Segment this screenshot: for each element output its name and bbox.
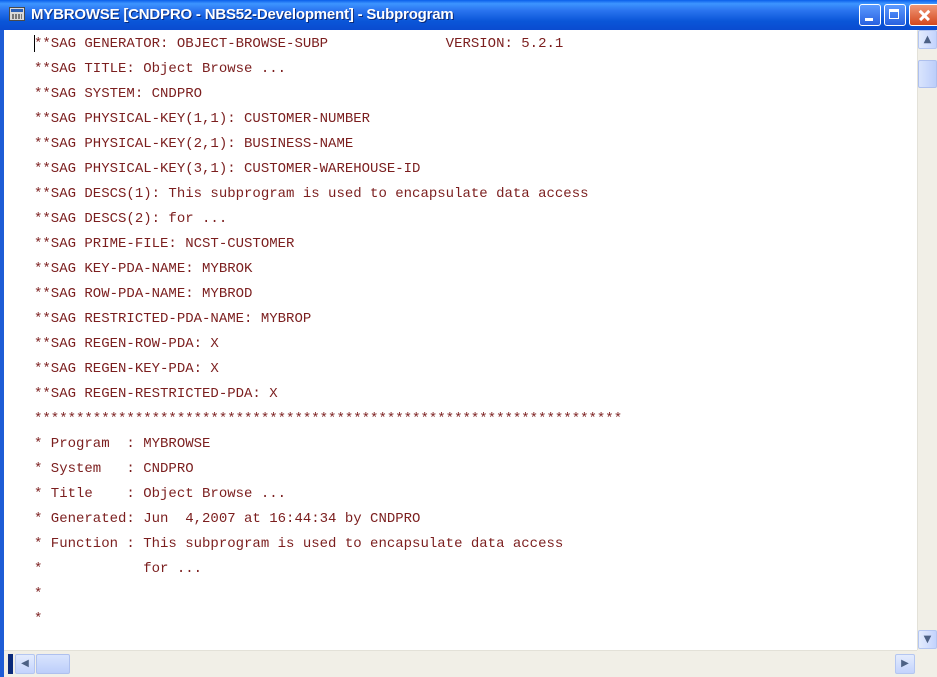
code-line[interactable]: **SAG SYSTEM: CNDPRO <box>34 82 202 106</box>
vertical-scroll-thumb[interactable] <box>918 60 937 88</box>
code-line[interactable]: **SAG PRIME-FILE: NCST-CUSTOMER <box>34 232 294 256</box>
horizontal-scrollbar[interactable]: ◀ ▶ <box>4 650 917 677</box>
code-line[interactable]: **SAG PHYSICAL-KEY(1,1): CUSTOMER-NUMBER <box>34 107 370 131</box>
code-line[interactable]: * Title : Object Browse ... <box>34 482 286 506</box>
minimize-button[interactable] <box>859 4 881 26</box>
code-line[interactable]: **SAG REGEN-ROW-PDA: X <box>34 332 219 356</box>
source-editor[interactable]: **SAG GENERATOR: OBJECT-BROWSE-SUBP VERS… <box>4 30 917 650</box>
scroll-up-button[interactable]: ▲ <box>918 30 937 49</box>
scroll-left-button[interactable]: ◀ <box>15 654 35 674</box>
size-grip[interactable] <box>917 650 937 677</box>
vertical-scrollbar[interactable] <box>917 30 937 650</box>
code-line[interactable]: **SAG RESTRICTED-PDA-NAME: MYBROP <box>34 307 311 331</box>
horizontal-scroll-thumb[interactable] <box>36 654 70 674</box>
code-line[interactable]: * Program : MYBROWSE <box>34 432 210 456</box>
code-line[interactable]: **SAG REGEN-RESTRICTED-PDA: X <box>34 382 278 406</box>
code-line[interactable]: **SAG PHYSICAL-KEY(3,1): CUSTOMER-WAREHO… <box>34 157 420 181</box>
code-line[interactable]: **SAG ROW-PDA-NAME: MYBROD <box>34 282 252 306</box>
code-line[interactable]: **SAG PHYSICAL-KEY(2,1): BUSINESS-NAME <box>34 132 353 156</box>
code-line[interactable]: * Generated: Jun 4,2007 at 16:44:34 by C… <box>34 507 420 531</box>
window-title: MYBROWSE [CNDPRO - NBS52-Development] - … <box>31 6 454 23</box>
line-marker <box>8 654 13 674</box>
title-bar[interactable]: MYBROWSE [CNDPRO - NBS52-Development] - … <box>0 0 937 30</box>
maximize-button[interactable] <box>884 4 906 26</box>
code-line[interactable]: * <box>34 607 42 631</box>
scroll-right-button[interactable]: ▶ <box>895 654 915 674</box>
code-line[interactable]: **SAG REGEN-KEY-PDA: X <box>34 357 219 381</box>
app-window-icon[interactable] <box>9 7 25 21</box>
code-line[interactable]: * System : CNDPRO <box>34 457 194 481</box>
scroll-down-button[interactable]: ▼ <box>918 630 937 649</box>
code-line[interactable]: * for ... <box>34 557 202 581</box>
code-line[interactable]: **SAG GENERATOR: OBJECT-BROWSE-SUBP VERS… <box>34 32 563 56</box>
code-line[interactable]: **SAG DESCS(2): for ... <box>34 207 227 231</box>
code-line[interactable]: * <box>34 582 42 606</box>
close-button[interactable] <box>909 4 937 26</box>
code-line[interactable]: **SAG KEY-PDA-NAME: MYBROK <box>34 257 252 281</box>
code-line[interactable]: * Function : This subprogram is used to … <box>34 532 563 556</box>
code-line[interactable]: ****************************************… <box>34 407 622 431</box>
code-line[interactable]: **SAG TITLE: Object Browse ... <box>34 57 286 81</box>
code-line[interactable]: **SAG DESCS(1): This subprogram is used … <box>34 182 589 206</box>
